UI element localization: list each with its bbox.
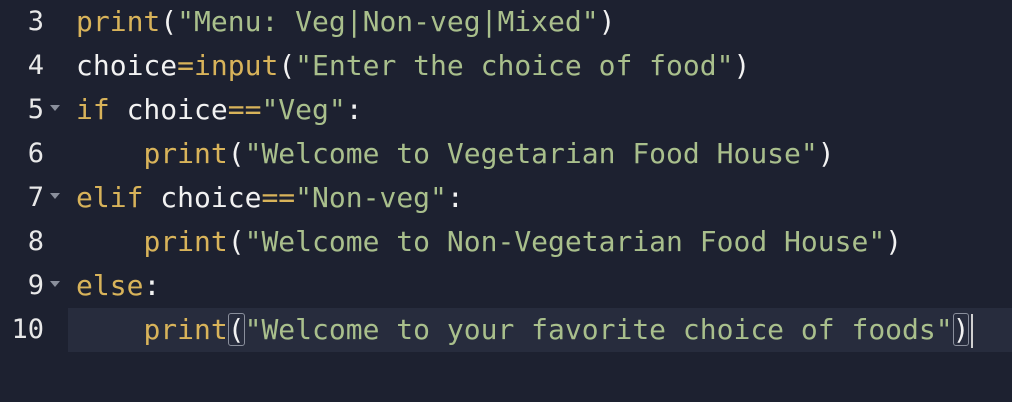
code-token: == bbox=[261, 181, 296, 214]
code-token: == bbox=[227, 93, 262, 126]
fold-arrow-icon[interactable] bbox=[50, 105, 60, 111]
line-number: 7 bbox=[27, 182, 44, 213]
code-text[interactable]: else: bbox=[76, 264, 160, 308]
code-token: ( bbox=[227, 137, 245, 170]
code-line[interactable]: 6 print("Welcome to Vegetarian Food Hous… bbox=[0, 132, 1012, 176]
line-number: 6 bbox=[27, 138, 44, 169]
code-token: ) bbox=[817, 137, 835, 170]
code-token: ) bbox=[598, 5, 616, 38]
code-token: elif bbox=[76, 181, 144, 214]
code-line[interactable]: 9 else: bbox=[0, 264, 1012, 308]
code-token: ( bbox=[160, 5, 178, 38]
code-text[interactable]: print("Welcome to Vegetarian Food House"… bbox=[76, 132, 835, 176]
code-token: choice bbox=[76, 49, 178, 82]
code-token: "Menu: Veg|Non-veg|Mixed" bbox=[177, 5, 599, 38]
code-text[interactable]: print("Welcome to Non-Vegetarian Food Ho… bbox=[76, 220, 902, 264]
code-token: ) bbox=[885, 225, 903, 258]
code-text[interactable]: choice=input("Enter the choice of food") bbox=[76, 44, 750, 88]
code-token: "Welcome to your favorite choice of food… bbox=[244, 313, 953, 346]
code-line[interactable]: 3 print("Menu: Veg|Non-veg|Mixed") bbox=[0, 0, 1012, 44]
code-text[interactable]: print("Menu: Veg|Non-veg|Mixed") bbox=[76, 0, 615, 44]
code-line[interactable]: 5 if choice=="Veg": bbox=[0, 88, 1012, 132]
fold-arrow-icon[interactable] bbox=[50, 193, 60, 199]
code-token: input bbox=[194, 49, 279, 82]
code-token: : bbox=[446, 181, 464, 214]
code-token: print bbox=[143, 225, 228, 258]
code-token: print bbox=[143, 137, 228, 170]
code-token: = bbox=[177, 49, 195, 82]
code-token: choice bbox=[143, 181, 262, 214]
code-line[interactable]: 8 print("Welcome to Non-Vegetarian Food … bbox=[0, 220, 1012, 264]
line-number: 4 bbox=[27, 50, 44, 81]
code-token: print bbox=[76, 5, 161, 38]
code-line[interactable]: 4 choice=input("Enter the choice of food"… bbox=[0, 44, 1012, 88]
code-token: ) bbox=[733, 49, 751, 82]
code-token: ( bbox=[278, 49, 296, 82]
fold-arrow-icon[interactable] bbox=[50, 281, 60, 287]
code-token: else bbox=[76, 269, 144, 302]
code-token: : bbox=[143, 269, 161, 302]
code-token: "Enter the choice of food" bbox=[295, 49, 734, 82]
line-number: 5 bbox=[27, 94, 44, 125]
code-token: "Non-veg" bbox=[295, 181, 447, 214]
code-text[interactable]: if choice=="Veg": bbox=[76, 88, 363, 132]
code-token: ( bbox=[227, 225, 245, 258]
code-token: "Welcome to Non-Vegetarian Food House" bbox=[244, 225, 886, 258]
line-number: 3 bbox=[27, 6, 44, 37]
matched-bracket: ( bbox=[227, 313, 245, 346]
line-number: 8 bbox=[27, 226, 44, 257]
code-token: : bbox=[345, 93, 363, 126]
line-number: 9 bbox=[27, 270, 44, 301]
code-line[interactable]: 10 print("Welcome to your favorite choic… bbox=[0, 308, 1012, 352]
code-text[interactable]: elif choice=="Non-veg": bbox=[76, 176, 464, 220]
line-number: 10 bbox=[11, 314, 44, 345]
code-editor[interactable]: 3 print("Menu: Veg|Non-veg|Mixed") 4 choice… bbox=[0, 0, 1012, 402]
code-token: choice bbox=[109, 93, 228, 126]
code-token: print bbox=[143, 313, 228, 346]
code-token: if bbox=[76, 93, 110, 126]
code-line[interactable]: 7 elif choice=="Non-veg": bbox=[0, 176, 1012, 220]
code-text[interactable]: print("Welcome to your favorite choice o… bbox=[76, 308, 974, 352]
text-cursor bbox=[971, 314, 974, 348]
matched-bracket: ) bbox=[952, 313, 970, 346]
code-token: "Veg" bbox=[261, 93, 346, 126]
code-token: "Welcome to Vegetarian Food House" bbox=[244, 137, 818, 170]
